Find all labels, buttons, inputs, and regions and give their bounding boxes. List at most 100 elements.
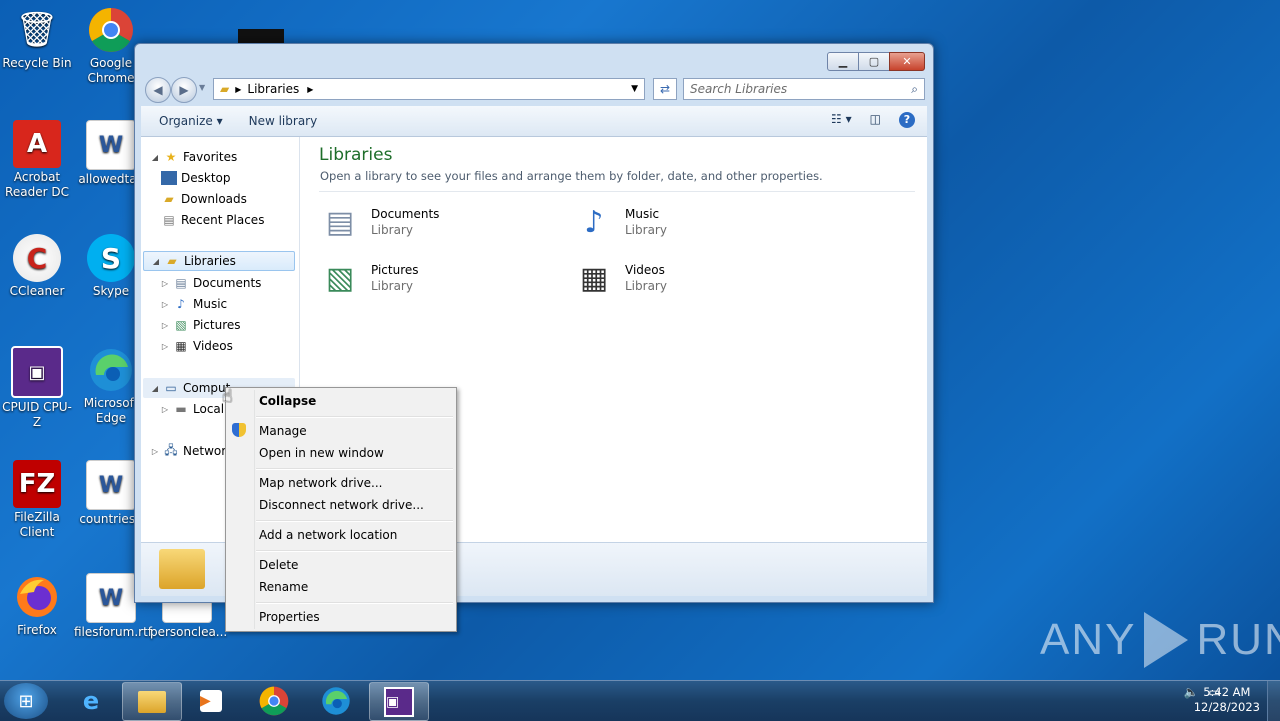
hand-cursor-icon: ☝: [222, 386, 233, 407]
help-icon[interactable]: ?: [899, 112, 915, 128]
taskbar-cpu-z[interactable]: ▣: [369, 682, 429, 721]
address-chevron-icon[interactable]: ▶: [307, 85, 313, 94]
new-library-button[interactable]: New library: [249, 114, 318, 128]
watermark-text-right: RUN: [1196, 615, 1280, 664]
desktop-icon-label: Firefox: [17, 623, 57, 637]
downloads-folder-icon: ▰: [164, 192, 174, 206]
music-library-icon: ♪: [584, 204, 604, 240]
show-desktop-button[interactable]: [1267, 681, 1280, 721]
clock[interactable]: 5:42 AM 12/28/2023: [1194, 685, 1260, 715]
search-input[interactable]: Search Libraries ⌕: [683, 78, 925, 100]
taskbar-media-player[interactable]: ▶: [182, 682, 240, 719]
tree-network[interactable]: ▷ 🖧 Network: [149, 441, 233, 461]
expand-arrow-icon[interactable]: ◢: [149, 153, 161, 162]
menu-item-rename[interactable]: Rename: [259, 577, 308, 597]
desktop-icon-label: personclea...: [150, 625, 228, 639]
menu-item-add-network-location[interactable]: Add a network location: [259, 525, 397, 545]
expand-arrow-icon[interactable]: ◢: [150, 257, 162, 266]
skype-icon: S: [87, 234, 135, 282]
page-title: Libraries: [319, 145, 393, 165]
collapsed-arrow-icon[interactable]: ▷: [159, 279, 171, 288]
collapsed-arrow-icon[interactable]: ▷: [159, 342, 171, 351]
menu-separator: [256, 602, 453, 604]
library-kind: Library: [371, 223, 413, 237]
desktop-icon-recycle-bin[interactable]: 🗑 Recycle Bin: [0, 6, 74, 71]
tree-label: Recent Places: [181, 213, 265, 227]
tree-label: Desktop: [181, 171, 231, 185]
music-note-icon: ♪: [177, 297, 185, 311]
minimize-button[interactable]: ▁: [827, 52, 859, 71]
tree-label: Downloads: [181, 192, 247, 206]
collapsed-arrow-icon[interactable]: ▷: [149, 447, 161, 456]
menu-item-map-network-drive[interactable]: Map network drive...: [259, 473, 383, 493]
back-button[interactable]: ◀: [145, 77, 171, 103]
forward-button[interactable]: ▶: [171, 77, 197, 103]
taskbar-internet-explorer[interactable]: e: [62, 682, 120, 719]
watermark-text-left: ANY: [1040, 615, 1137, 664]
desktop-icon-label: FileZilla Client: [14, 510, 60, 539]
tree-label: Local: [193, 402, 225, 416]
tree-libraries[interactable]: ◢ ▰ Libraries: [143, 251, 295, 271]
tree-documents[interactable]: ▷ ▤ Documents: [159, 273, 262, 293]
desktop-icon-cpu-z[interactable]: ▣ CPUID CPU-Z: [0, 346, 74, 430]
menu-gutter: [254, 390, 255, 629]
menu-item-collapse[interactable]: Collapse: [259, 391, 316, 411]
menu-item-open-new-window[interactable]: Open in new window: [259, 443, 384, 463]
filezilla-icon: FZ: [13, 460, 61, 508]
collapsed-arrow-icon[interactable]: ▷: [159, 300, 171, 309]
desktop-icon-label: Acrobat Reader DC: [5, 170, 69, 199]
change-view-icon[interactable]: ☷ ▾: [831, 112, 852, 128]
clock-date: 12/28/2023: [1193, 700, 1260, 714]
address-chevron-icon[interactable]: ▶: [235, 85, 241, 94]
organize-button[interactable]: Organize ▾: [159, 114, 223, 128]
address-bar[interactable]: ▰ ▶ Libraries ▶ ▼: [213, 78, 645, 100]
menu-item-disconnect-network-drive[interactable]: Disconnect network drive...: [259, 495, 424, 515]
libraries-folder-icon: ▰: [220, 82, 230, 96]
library-music[interactable]: ♪ Music Library: [571, 199, 667, 245]
menu-item-properties[interactable]: Properties: [259, 607, 320, 627]
tree-recent-places[interactable]: ▤ Recent Places: [159, 210, 264, 230]
library-documents[interactable]: ▤ Documents Library: [317, 199, 440, 245]
taskbar-edge[interactable]: [307, 682, 365, 719]
tree-videos[interactable]: ▷ ▦ Videos: [159, 336, 233, 356]
menu-separator: [256, 550, 453, 552]
address-segment-libraries[interactable]: Libraries: [247, 82, 299, 96]
refresh-button[interactable]: ⇄: [653, 78, 677, 100]
recent-pages-dropdown[interactable]: ▼: [199, 83, 205, 92]
preview-pane-icon[interactable]: ◫: [870, 112, 881, 128]
taskbar-explorer[interactable]: [122, 682, 182, 721]
tree-desktop[interactable]: Desktop: [159, 168, 231, 188]
desktop-icon-filezilla[interactable]: FZ FileZilla Client: [0, 460, 74, 540]
address-dropdown-icon[interactable]: ▼: [631, 84, 638, 94]
tree-label: Favorites: [183, 150, 238, 164]
videos-library-icon: ▦: [579, 260, 609, 296]
desktop-icon-ccleaner[interactable]: C CCleaner: [0, 234, 74, 299]
close-button[interactable]: ✕: [889, 52, 925, 71]
menu-item-delete[interactable]: Delete: [259, 555, 298, 575]
menu-item-manage[interactable]: Manage: [259, 421, 307, 441]
tree-music[interactable]: ▷ ♪ Music: [159, 294, 227, 314]
edge-icon: [87, 346, 135, 394]
library-pictures[interactable]: ▧ Pictures Library: [317, 255, 419, 301]
collapsed-arrow-icon[interactable]: ▷: [159, 321, 171, 330]
tree-local-disk[interactable]: ▷ ▬ Local: [159, 399, 224, 419]
acrobat-icon: A: [13, 120, 61, 168]
start-button[interactable]: ⊞: [4, 683, 48, 719]
tree-pictures[interactable]: ▷ ▧ Pictures: [159, 315, 241, 335]
library-kind: Library: [625, 223, 667, 237]
desktop-icon-acrobat[interactable]: A Acrobat Reader DC: [0, 120, 74, 200]
local-disk-icon: ▬: [175, 402, 187, 416]
pictures-icon: ▧: [175, 318, 187, 332]
expand-arrow-icon[interactable]: ◢: [149, 384, 161, 393]
maximize-button[interactable]: ▢: [858, 52, 890, 71]
collapsed-arrow-icon[interactable]: ▷: [159, 405, 171, 414]
library-kind: Library: [371, 279, 413, 293]
library-videos[interactable]: ▦ Videos Library: [571, 255, 667, 301]
taskbar-chrome[interactable]: [245, 682, 303, 719]
tree-downloads[interactable]: ▰ Downloads: [159, 189, 247, 209]
navigation-row: ◀ ▶ ▼ ▰ ▶ Libraries ▶ ▼ ⇄ Search Librari…: [143, 77, 925, 103]
tree-favorites[interactable]: ◢ ★ Favorites: [149, 147, 237, 167]
desktop-icon-firefox[interactable]: Firefox: [0, 573, 74, 638]
library-kind: Library: [625, 279, 667, 293]
star-icon: ★: [165, 150, 177, 164]
